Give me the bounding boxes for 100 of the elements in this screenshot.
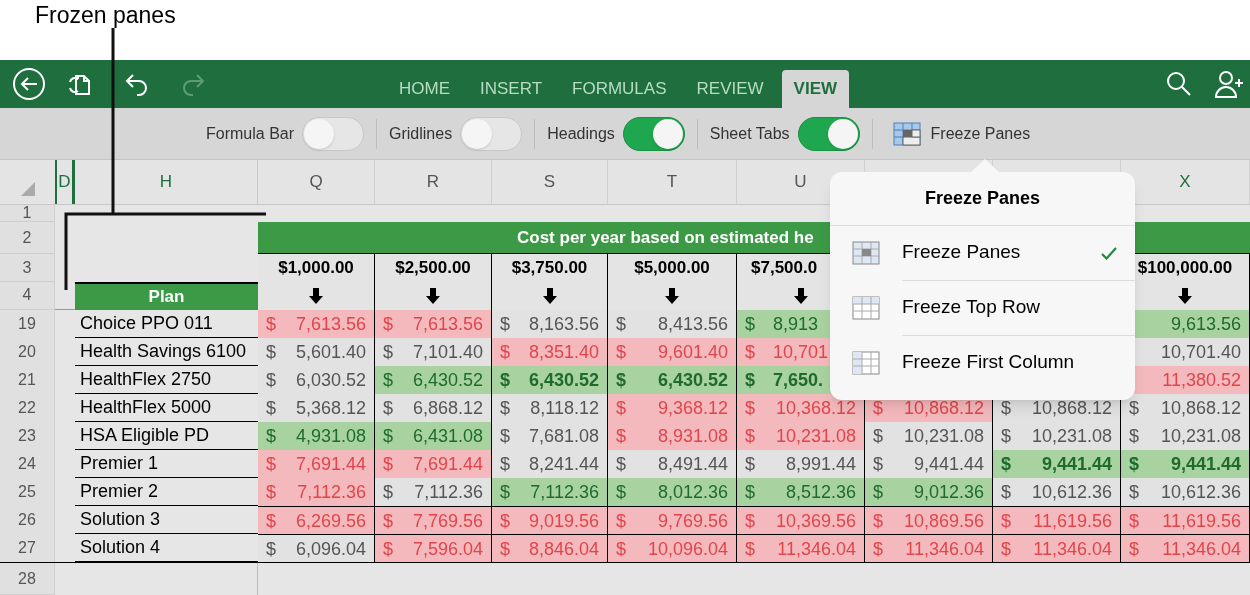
search-icon[interactable] — [1166, 71, 1192, 97]
option-label: Gridlines — [389, 123, 453, 144]
column-header[interactable]: Q — [258, 160, 375, 204]
cost-cell: $ 8,846.04 — [492, 534, 608, 563]
ribbon-tab[interactable]: INSERT — [468, 70, 555, 108]
cost-cell: $ 9,441.44 — [865, 450, 993, 479]
cost-cell: $ 8,413.56 — [608, 310, 737, 339]
cost-cell: $ 5,368.12 — [258, 394, 375, 423]
down-arrow-icon — [1178, 287, 1192, 304]
cost-cell: $ 9,601.40 — [608, 338, 737, 367]
toggle-switch[interactable] — [797, 116, 860, 151]
cost-cell: $ 6,030.52 — [258, 366, 375, 395]
cost-cell: $ 8,991.44 — [737, 450, 865, 479]
cost-cell: $ 6,430.52 — [608, 366, 737, 395]
row-number[interactable]: 22 — [0, 394, 55, 423]
cost-cell: $ 10,231.08 — [1121, 422, 1250, 451]
option-label: Sheet Tabs — [709, 123, 790, 144]
cost-cell: $ 7,112.36 — [258, 478, 375, 507]
row-number[interactable]: 3 — [0, 254, 55, 282]
cost-cell: $ 6,431.08 — [375, 422, 492, 451]
row-number[interactable]: 23 — [0, 422, 55, 451]
cost-cell: $ 10,231.08 — [993, 422, 1121, 451]
toggle-switch[interactable] — [622, 116, 685, 151]
cost-cell: $ 7,596.04 — [375, 534, 492, 563]
toggle-switch[interactable] — [460, 116, 523, 151]
row-number[interactable]: 4 — [0, 282, 55, 310]
cost-cell: $ 10,612.36 — [993, 478, 1121, 507]
cost-cell: $ 10,369.56 — [737, 506, 865, 535]
cost-cell: $ 7,112.36 — [375, 478, 492, 507]
column-header[interactable]: D — [55, 160, 75, 204]
down-arrow-icon — [426, 287, 440, 304]
cost-cell: $ 8,351.40 — [492, 338, 608, 367]
column-header[interactable]: S — [492, 160, 608, 204]
cost-cell: $ 11,346.04 — [737, 534, 865, 563]
amount-heading: $5,000.00 — [634, 257, 710, 280]
cost-cell: $ 6,868.12 — [375, 394, 492, 423]
column-header[interactable]: T — [608, 160, 737, 204]
toggle-switch[interactable] — [302, 116, 365, 151]
freeze-panes-button[interactable]: Freeze Panes — [892, 121, 1031, 146]
back-icon[interactable] — [12, 67, 46, 101]
cost-cell: $ 10,096.04 — [608, 534, 737, 563]
undo-icon[interactable] — [124, 71, 150, 97]
cost-cell: $ 10,231.08 — [865, 422, 993, 451]
row-number[interactable]: 25 — [0, 478, 55, 507]
freeze-top-row-icon — [852, 296, 880, 320]
cost-cell: $ 7,681.08 — [492, 422, 608, 451]
plan-name: HSA Eligible PD — [75, 422, 258, 451]
menu-item[interactable]: Freeze Panes — [830, 226, 1135, 280]
option-label: Headings — [547, 123, 615, 144]
ribbon-tab[interactable]: HOME — [387, 70, 462, 108]
freeze-first-column-icon — [852, 351, 880, 375]
cost-cell: $ 10,612.36 — [1121, 478, 1250, 507]
row-number[interactable]: 2 — [0, 222, 55, 254]
cost-cell: $ 6,430.52 — [492, 366, 608, 395]
cost-cell: $ 6,430.52 — [375, 366, 492, 395]
cost-cell: $ 6,096.04 — [258, 534, 375, 563]
cost-cell: $ 4,931.08 — [258, 422, 375, 451]
plan-name: HealthFlex 2750 — [75, 366, 258, 395]
down-arrow-icon — [793, 287, 808, 304]
plan-name: Solution 4 — [75, 534, 258, 563]
plan-name: Health Savings 6100 — [75, 338, 258, 367]
row-number[interactable]: 28 — [0, 563, 55, 595]
add-person-icon[interactable] — [1214, 70, 1246, 98]
row-number[interactable]: 24 — [0, 450, 55, 479]
checkmark-icon — [1101, 246, 1117, 260]
down-arrow-icon — [309, 287, 323, 304]
menu-item[interactable]: Freeze First Column — [830, 336, 1135, 390]
row-number[interactable]: 19 — [0, 310, 55, 339]
row-number[interactable]: 1 — [0, 205, 55, 222]
ribbon-tab[interactable]: FORMULAS — [560, 70, 679, 108]
plan-name: Premier 2 — [75, 478, 258, 507]
cost-cell: $ 8,241.44 — [492, 450, 608, 479]
cost-cell: $ 7,691.44 — [258, 450, 375, 479]
down-arrow-icon — [665, 287, 679, 304]
amount-heading: $7,500.0 — [751, 257, 818, 280]
cost-cell: $ 8,491.44 — [608, 450, 737, 479]
cost-cell: $ 7,691.44 — [375, 450, 492, 479]
cost-cell: $ 10,231.08 — [737, 422, 865, 451]
row-number[interactable]: 20 — [0, 338, 55, 367]
cost-cell: $ 11,619.56 — [1121, 506, 1250, 535]
plan-name: Solution 3 — [75, 506, 258, 535]
cost-cell: $ 7,112.36 — [492, 478, 608, 507]
ribbon-tab[interactable]: REVIEW — [684, 70, 776, 108]
cost-cell: $ 11,346.04 — [993, 534, 1121, 563]
cost-cell: $ 9,769.56 — [608, 506, 737, 535]
amount-heading: $100,000.00 — [1137, 257, 1233, 280]
cost-cell: $ 10,868.12 — [1121, 394, 1250, 423]
cost-cell: $ 8,012.36 — [608, 478, 737, 507]
amount-heading: $3,750.00 — [511, 257, 588, 280]
ribbon-tab[interactable]: VIEW — [781, 70, 850, 108]
cost-cell: $ 8,163.56 — [492, 310, 608, 339]
column-header[interactable]: H — [75, 160, 258, 204]
row-number[interactable]: 21 — [0, 366, 55, 395]
row-number[interactable]: 26 — [0, 506, 55, 535]
menu-item[interactable]: Freeze Top Row — [830, 281, 1135, 335]
column-header[interactable]: R — [375, 160, 492, 204]
freeze-panes-icon — [892, 121, 921, 146]
row-number[interactable]: 27 — [0, 534, 55, 563]
plan-name: HealthFlex 5000 — [75, 394, 258, 423]
plan-header: Plan — [75, 282, 258, 310]
